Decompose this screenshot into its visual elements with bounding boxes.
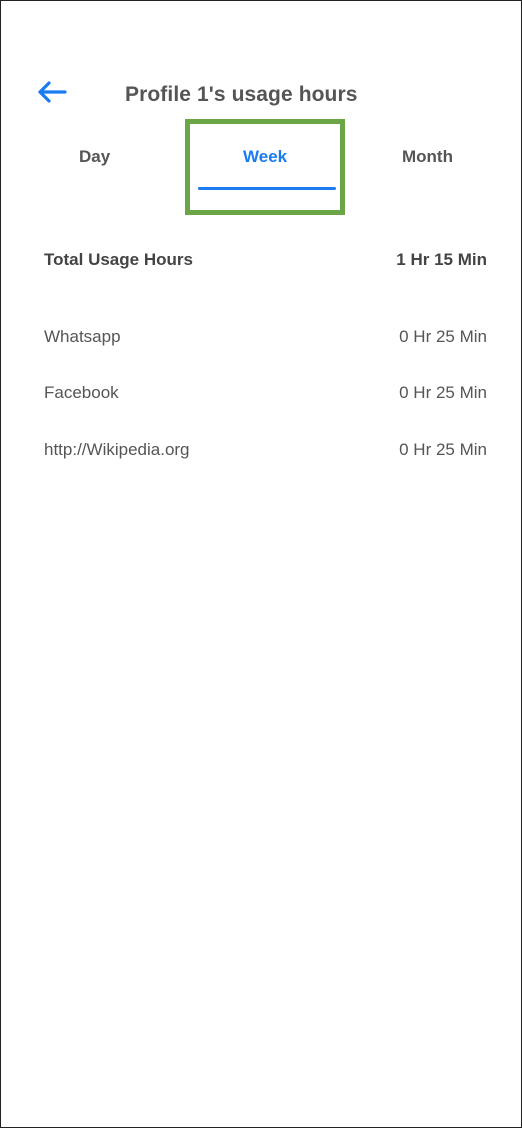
tab-month[interactable]: Month <box>402 147 453 167</box>
app-usage-row: Facebook 0 Hr 25 Min <box>44 383 487 403</box>
usage-screen: Profile 1's usage hours Day Week Month T… <box>0 0 522 1128</box>
app-usage-value: 0 Hr 25 Min <box>399 440 487 459</box>
highlight-box <box>185 119 345 215</box>
total-usage-value: 1 Hr 15 Min <box>396 250 487 269</box>
app-name: Facebook <box>44 383 119 402</box>
app-usage-row: Whatsapp 0 Hr 25 Min <box>44 327 487 347</box>
total-usage-row: Total Usage Hours 1 Hr 15 Min <box>44 250 487 270</box>
back-button[interactable] <box>37 77 73 107</box>
app-usage-row: http://Wikipedia.org 0 Hr 25 Min <box>44 440 487 460</box>
app-name: http://Wikipedia.org <box>44 440 190 459</box>
app-usage-value: 0 Hr 25 Min <box>399 383 487 402</box>
total-usage-label: Total Usage Hours <box>44 250 193 269</box>
app-name: Whatsapp <box>44 327 121 346</box>
arrow-left-icon <box>38 81 67 103</box>
tab-day[interactable]: Day <box>79 147 110 167</box>
app-usage-value: 0 Hr 25 Min <box>399 327 487 346</box>
page-title: Profile 1's usage hours <box>125 83 358 106</box>
